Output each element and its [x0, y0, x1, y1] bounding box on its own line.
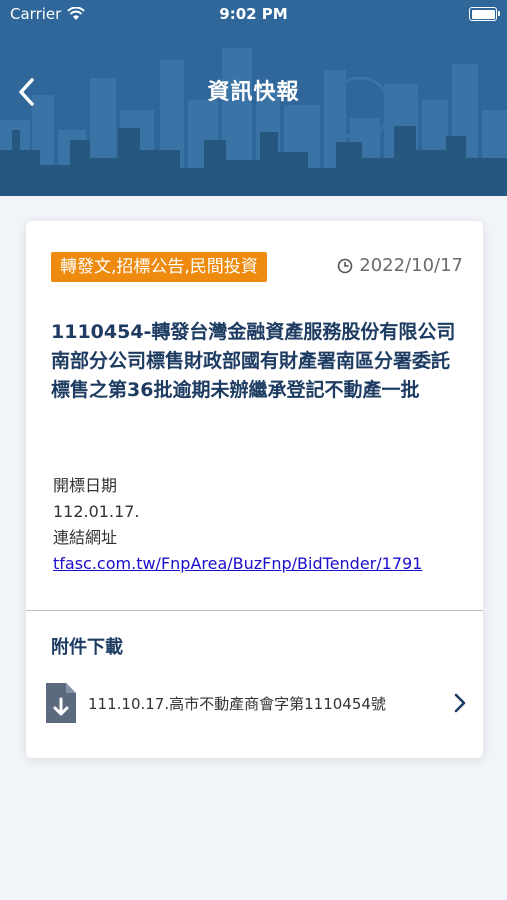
- news-card: 轉發文,招標公告,民間投資 2022/10/17 1110454-轉發台灣金融資…: [26, 221, 483, 758]
- divider: [26, 610, 483, 611]
- status-bar: Carrier 9:02 PM: [0, 0, 507, 30]
- tender-link[interactable]: tfasc.com.tw/FnpArea/BuzFnp/BidTender/17…: [53, 554, 422, 573]
- chevron-right-icon: [454, 693, 466, 713]
- date-text: 2022/10/17: [359, 255, 463, 276]
- status-time: 9:02 PM: [219, 5, 288, 23]
- link-label: 連結網址: [53, 528, 118, 547]
- category-tag: 轉發文,招標公告,民間投資: [51, 252, 267, 282]
- attachment-label: 111.10.17.高市不動產商會字第1110454號: [88, 694, 386, 713]
- publish-date: 2022/10/17: [337, 255, 463, 276]
- attachments-title: 附件下載: [51, 637, 123, 658]
- clock-icon: [337, 258, 353, 273]
- attachment-item[interactable]: 111.10.17.高市不動產商會字第1110454號: [40, 679, 470, 727]
- file-download-icon: [46, 683, 76, 723]
- article-body: 開標日期 112.01.17. 連結網址 tfasc.com.tw/FnpAre…: [53, 473, 468, 577]
- header: Carrier 9:02 PM 資訊快報: [0, 0, 507, 196]
- page-title: 資訊快報: [207, 80, 300, 105]
- battery-icon: [469, 7, 500, 21]
- bid-date-value: 112.01.17.: [53, 502, 140, 521]
- bid-date-label: 開標日期: [53, 476, 118, 495]
- article-title: 1110454-轉發台灣金融資產服務股份有限公司南部分公司標售財政部國有財產署南…: [51, 321, 456, 401]
